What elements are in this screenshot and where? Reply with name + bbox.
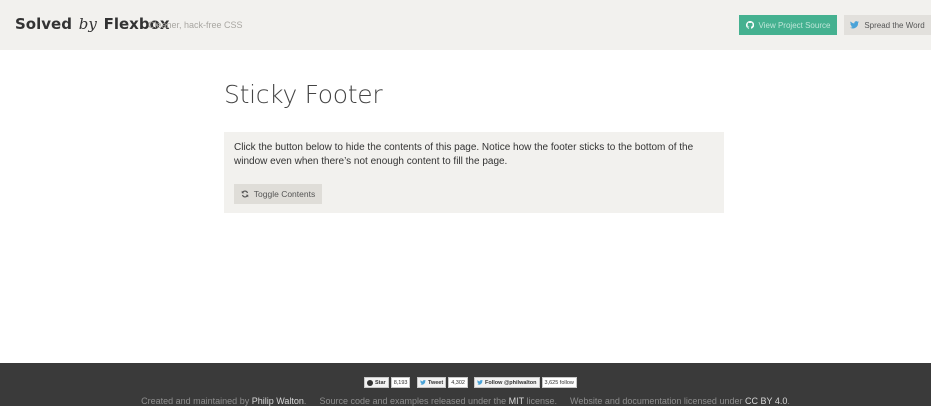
brand-solved: Solved	[15, 15, 72, 33]
tweet-count[interactable]: 4,302	[448, 377, 468, 388]
twitter-follow-widget[interactable]: Follow @philwalton 3,625 follow	[474, 377, 577, 388]
brand-by: by	[78, 15, 97, 33]
site-header: Solved by Flexbox Cleaner, hack-free CSS…	[0, 0, 931, 50]
tweet-label: Tweet	[428, 379, 444, 386]
twitter-follow-count[interactable]: 3,625 follow	[541, 377, 577, 388]
twitter-follow-button[interactable]: Follow @philwalton	[474, 377, 540, 388]
footer-source-text: Source code and examples released under …	[319, 396, 507, 406]
github-star-widget[interactable]: Star 8,193	[364, 377, 411, 388]
footer-end-period: .	[787, 396, 790, 406]
github-star-count[interactable]: 8,193	[390, 377, 411, 388]
spread-the-word-button[interactable]: Spread the Word	[844, 15, 931, 35]
footer-credits: Created and maintained by Philip Walton.…	[0, 396, 931, 406]
footer-license-text: license.	[526, 396, 557, 406]
toggle-contents-label: Toggle Contents	[253, 189, 316, 199]
spread-the-word-label: Spread the Word	[864, 20, 925, 30]
site-footer: Star 8,193 Tweet 4,302 Follow @philwalto…	[0, 363, 931, 406]
github-icon	[745, 21, 754, 29]
github-icon	[367, 379, 373, 386]
tweet-button[interactable]: Tweet	[417, 377, 447, 388]
github-star-button[interactable]: Star	[364, 377, 389, 388]
content-panel: Click the button below to hide the conte…	[224, 132, 724, 213]
site-brand[interactable]: Solved by Flexbox	[15, 15, 170, 33]
author-period: .	[303, 396, 307, 406]
twitter-icon	[477, 380, 483, 385]
github-star-label: Star	[375, 379, 386, 386]
footer-docs-text: Website and documentation licensed under	[570, 396, 743, 406]
toggle-contents-button[interactable]: Toggle Contents	[234, 184, 322, 204]
twitter-follow-label: Follow @philwalton	[485, 379, 537, 386]
author-link[interactable]: Philip Walton	[252, 396, 304, 406]
twitter-icon	[420, 380, 426, 385]
page-title: Sticky Footer	[224, 80, 383, 109]
refresh-icon	[241, 190, 249, 198]
site-tagline: Cleaner, hack-free CSS	[148, 20, 243, 30]
panel-description: Click the button below to hide the conte…	[234, 142, 694, 167]
footer-created-text: Created and maintained by	[141, 396, 250, 406]
mit-license-link[interactable]: MIT	[509, 396, 524, 406]
twitter-icon	[850, 21, 860, 29]
view-project-source-label: View Project Source	[758, 20, 831, 30]
view-project-source-button[interactable]: View Project Source	[739, 15, 837, 35]
cc-by-license-link[interactable]: CC BY 4.0	[745, 396, 787, 406]
tweet-widget[interactable]: Tweet 4,302	[417, 377, 468, 388]
